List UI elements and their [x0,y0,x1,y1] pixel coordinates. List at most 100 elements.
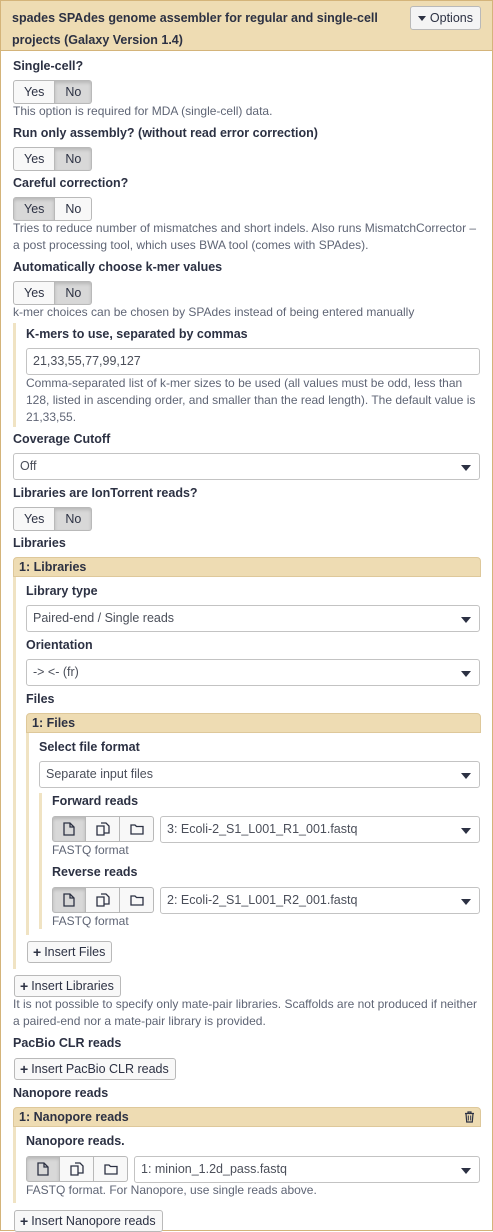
only-assembly-toggle: Yes No [13,147,93,171]
careful-yes[interactable]: Yes [13,197,56,221]
coverage-label: Coverage Cutoff [13,432,111,446]
iontorrent-label: Libraries are IonTorrent reads? [13,486,198,500]
library-type-value: Paired-end / Single reads [33,611,175,625]
conditional-bar [13,323,16,427]
single-cell-toggle: Yes No [13,80,93,104]
multiple-datasets-button[interactable] [86,816,120,842]
multiple-datasets-button[interactable] [60,1156,94,1182]
files-icon [95,822,110,836]
auto-kmer-toggle: Yes No [13,281,93,305]
libraries-repeat-title: 1: Libraries [19,560,87,574]
plus-icon: + [33,944,42,960]
insert-files-label: Insert Files [44,945,106,959]
iontorrent-yes[interactable]: Yes [13,507,56,531]
careful-toggle: Yes No [13,197,93,221]
nanopore-select[interactable]: 1: minion_1.2d_pass.fastq [134,1156,480,1183]
iontorrent-no[interactable]: No [55,507,93,531]
libraries-repeat-header: 1: Libraries [13,557,481,577]
reverse-reads-help: FASTQ format [52,914,129,928]
forward-reads-value: 3: Ecoli-2_S1_L001_R1_001.fastq [167,822,358,836]
careful-help: Tries to reduce number of mismatches and… [13,221,477,252]
options-label: Options [429,11,473,25]
dataset-collection-button[interactable] [94,1156,128,1182]
files-icon [95,893,110,907]
file-format-label: Select file format [39,740,140,754]
kmers-help: Comma-separated list of k-mer sizes to b… [26,376,476,424]
auto-kmer-help: k-mer choices can be chosen by SPAdes in… [13,305,415,319]
forward-reads-select[interactable]: 3: Ecoli-2_S1_L001_R1_001.fastq [160,816,480,843]
file-icon [63,822,75,836]
files-repeat-body [26,733,29,935]
forward-reads-help: FASTQ format [52,843,129,857]
only-assembly-label: Run only assembly? (without read error c… [13,126,318,140]
nanopore-repeat-title: 1: Nanopore reads [19,1110,129,1124]
careful-no[interactable]: No [55,197,93,221]
nanopore-repeat-body [13,1127,16,1203]
only-assembly-yes[interactable]: Yes [13,147,56,171]
orientation-label: Orientation [26,638,93,652]
kmers-label: K-mers to use, separated by commas [26,327,248,341]
files-repeat-header: 1: Files [26,713,481,733]
careful-label: Careful correction? [13,176,129,190]
insert-nanopore-label: Insert Nanopore reads [31,1214,156,1228]
single-cell-help: This option is required for MDA (single-… [13,104,273,118]
iontorrent-toggle: Yes No [13,507,93,531]
reverse-source-buttons [52,887,154,913]
reverse-reads-value: 2: Ecoli-2_S1_L001_R2_001.fastq [167,893,358,907]
nanopore-help: FASTQ format. For Nanopore, use single r… [26,1183,317,1197]
insert-pacbio-label: Insert PacBio CLR reads [31,1062,169,1076]
single-cell-no[interactable]: No [55,80,93,104]
single-cell-yes[interactable]: Yes [13,80,56,104]
file-format-value: Separate input files [46,767,154,781]
insert-files-button[interactable]: + Insert Files [27,941,113,963]
trash-icon[interactable] [464,1111,475,1123]
reverse-reads-select[interactable]: 2: Ecoli-2_S1_L001_R2_001.fastq [160,887,480,914]
orientation-value: -> <- (fr) [33,665,79,679]
tool-title: spades SPAdes genome assembler for regul… [12,11,378,47]
forward-source-buttons [52,816,154,842]
files-label: Files [26,692,55,706]
tool-header: spades SPAdes genome assembler for regul… [1,1,492,51]
reverse-reads-label: Reverse reads [52,865,138,879]
nanopore-value: 1: minion_1.2d_pass.fastq [141,1162,287,1176]
options-button[interactable]: Options [409,6,481,30]
auto-kmer-no[interactable]: No [55,281,93,305]
only-assembly-no[interactable]: No [55,147,93,171]
libraries-help: It is not possible to specify only mate-… [13,997,478,1028]
insert-libraries-label: Insert Libraries [31,979,114,993]
auto-kmer-label: Automatically choose k-mer values [13,260,223,274]
dataset-collection-button[interactable] [120,887,154,913]
single-dataset-button[interactable] [26,1156,60,1182]
single-dataset-button[interactable] [52,816,86,842]
multiple-datasets-button[interactable] [86,887,120,913]
file-icon [63,893,75,907]
plus-icon: + [20,1213,29,1229]
coverage-select[interactable]: Off [13,453,480,480]
plus-icon: + [20,1061,29,1077]
file-format-select[interactable]: Separate input files [39,761,480,788]
libraries-repeat-body [13,577,16,969]
forward-reads-label: Forward reads [52,794,139,808]
single-cell-label: Single-cell? [13,59,84,73]
folder-icon [103,1164,118,1175]
insert-nanopore-button[interactable]: + Insert Nanopore reads [14,1210,163,1232]
nanopore-field-label: Nanopore reads. [26,1134,125,1148]
caret-down-icon [417,15,426,21]
single-dataset-button[interactable] [52,887,86,913]
folder-icon [129,895,144,906]
nanopore-repeat-header: 1: Nanopore reads [13,1107,481,1127]
files-conditional-bar [39,793,42,929]
folder-icon [129,824,144,835]
kmers-input[interactable]: 21,33,55,77,99,127 [26,348,480,375]
auto-kmer-yes[interactable]: Yes [13,281,56,305]
dataset-collection-button[interactable] [120,816,154,842]
nanopore-label: Nanopore reads [13,1086,109,1100]
orientation-select[interactable]: -> <- (fr) [26,659,480,686]
library-type-select[interactable]: Paired-end / Single reads [26,605,480,632]
files-repeat-title: 1: Files [32,716,76,730]
insert-libraries-button[interactable]: + Insert Libraries [14,975,121,997]
insert-pacbio-button[interactable]: + Insert PacBio CLR reads [14,1058,176,1080]
libraries-label: Libraries [13,536,66,550]
file-icon [37,1162,49,1176]
plus-icon: + [20,978,29,994]
